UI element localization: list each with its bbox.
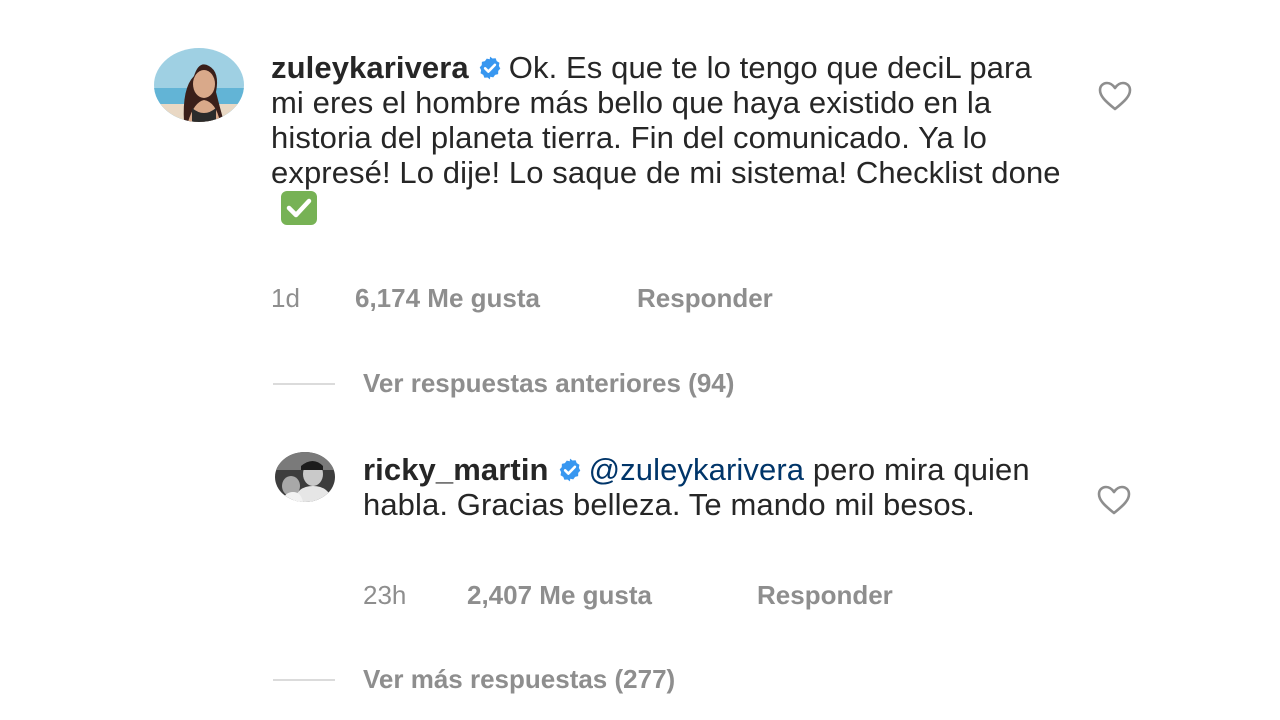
comments-screen: zuleykarivera Ok. Es que te lo tengo que … xyxy=(0,0,1280,720)
like-reply-button[interactable] xyxy=(1096,484,1132,516)
reply-time[interactable]: 23h xyxy=(363,580,406,610)
reply-meta: 23h 2,407 Me gusta Responder xyxy=(363,580,1063,610)
reply-reply-button[interactable]: Responder xyxy=(757,580,893,610)
view-more-replies-label: Ver más respuestas (277) xyxy=(363,664,676,694)
profile-photo-icon xyxy=(154,48,244,122)
comment-time[interactable]: 1d xyxy=(271,283,300,313)
heart-outline-icon xyxy=(1098,81,1132,111)
like-comment-button[interactable] xyxy=(1097,80,1133,112)
verified-badge-icon xyxy=(557,457,583,483)
view-more-replies-button[interactable]: Ver más respuestas (277) xyxy=(273,664,973,694)
replies-divider xyxy=(273,383,335,385)
comment-reply-button[interactable]: Responder xyxy=(637,283,773,313)
comment-body: zuleykarivera Ok. Es que te lo tengo que … xyxy=(271,50,1061,227)
heart-outline-icon xyxy=(1097,485,1131,515)
avatar-zuleykarivera[interactable] xyxy=(154,48,244,122)
reply-username[interactable]: ricky_martin xyxy=(363,452,549,487)
white-heavy-check-mark-icon xyxy=(279,190,319,226)
profile-photo-icon xyxy=(275,452,335,502)
view-previous-replies-button[interactable]: Ver respuestas anteriores (94) xyxy=(273,368,973,398)
avatar-ricky-martin[interactable] xyxy=(275,452,335,502)
reply-likes[interactable]: 2,407 Me gusta xyxy=(467,580,652,610)
verified-badge-icon xyxy=(477,55,503,81)
replies-divider xyxy=(273,679,335,681)
comment-meta: 1d 6,174 Me gusta Responder xyxy=(271,283,1071,313)
view-previous-replies-label: Ver respuestas anteriores (94) xyxy=(363,368,735,398)
reply-body: ricky_martin @zuleykarivera pero mira qui… xyxy=(363,452,1043,522)
comment-likes[interactable]: 6,174 Me gusta xyxy=(355,283,540,313)
comment-username[interactable]: zuleykarivera xyxy=(271,50,469,85)
reply-mention-link[interactable]: @zuleykarivera xyxy=(589,452,805,487)
